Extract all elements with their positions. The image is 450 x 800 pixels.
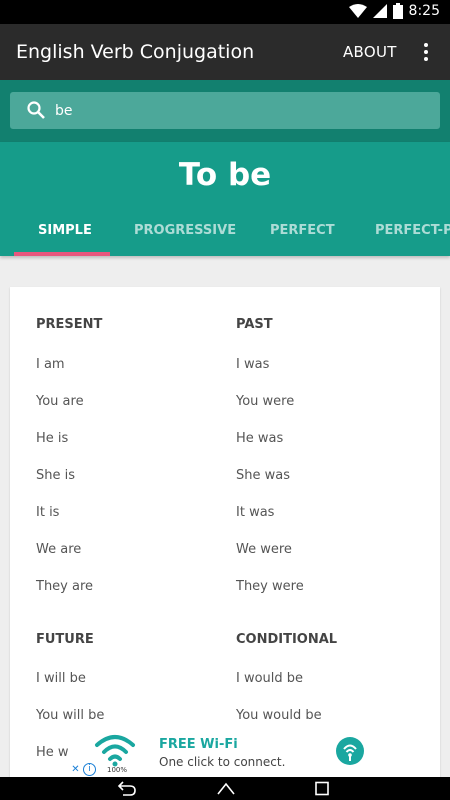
overflow-menu-icon[interactable] — [418, 40, 434, 64]
conjugation-form: It was — [236, 505, 275, 520]
search-input[interactable] — [55, 100, 415, 122]
battery-icon — [392, 3, 403, 19]
conjugation-form: I would be — [236, 671, 304, 686]
conjugation-form: He wi — [36, 745, 73, 760]
conjugation-card: PRESENT I am You are He is She is It is … — [10, 287, 440, 787]
wifi-icon — [348, 4, 367, 18]
signal-icon — [372, 4, 387, 18]
section-title: FUTURE — [36, 632, 94, 647]
ad-banner[interactable]: 100% FREE Wi-Fi One click to connect. ✕ … — [69, 727, 382, 777]
conjugation-form: We were — [236, 542, 292, 557]
conjugation-form: She is — [36, 468, 76, 483]
conjugation-form: They were — [236, 579, 304, 594]
recents-icon[interactable] — [314, 781, 330, 796]
conjugation-form: It is — [36, 505, 60, 520]
conjugation-form: You will be — [36, 708, 105, 723]
ad-subtitle: One click to connect. — [159, 755, 286, 769]
status-bar: 8:25 — [0, 0, 450, 24]
ad-close-icon[interactable]: ✕ — [69, 763, 82, 776]
tab-bar: SIMPLE PROGRESSIVE PERFECT PERFECT-PR — [0, 208, 450, 256]
conjugation-form: You are — [36, 394, 84, 409]
tab-indicator — [14, 252, 110, 256]
ad-info-icon[interactable]: i — [83, 763, 96, 776]
conjugation-form: You were — [236, 394, 295, 409]
search-area — [0, 80, 450, 142]
section-title: PRESENT — [36, 317, 103, 332]
system-nav-bar — [0, 777, 450, 800]
search-icon — [27, 101, 45, 119]
about-button[interactable]: ABOUT — [343, 43, 397, 61]
conjugation-form: I was — [236, 357, 270, 372]
conjugation-form: He is — [36, 431, 69, 446]
status-time: 8:25 — [408, 3, 440, 19]
status-icons: 8:25 — [348, 3, 440, 19]
ad-percent: 100% — [107, 766, 128, 774]
conjugation-form: You would be — [236, 708, 322, 723]
conjugation-form: They are — [36, 579, 94, 594]
ad-title: FREE Wi-Fi — [159, 737, 238, 752]
conjugation-form: He was — [236, 431, 284, 446]
wifi-ad-icon — [95, 735, 135, 767]
conjugation-form: We are — [36, 542, 82, 557]
tab-perfect-progressive[interactable]: PERFECT-PR — [375, 223, 450, 238]
conjugation-form: She was — [236, 468, 290, 483]
tab-simple[interactable]: SIMPLE — [38, 223, 92, 238]
back-icon[interactable] — [117, 781, 137, 796]
app-title: English Verb Conjugation — [16, 41, 255, 63]
verb-title: To be — [178, 157, 272, 193]
verb-header: To be SIMPLE PROGRESSIVE PERFECT PERFECT… — [0, 142, 450, 256]
tab-perfect[interactable]: PERFECT — [270, 223, 335, 238]
section-title: CONDITIONAL — [236, 632, 338, 647]
section-title: PAST — [236, 317, 273, 332]
home-icon[interactable] — [216, 781, 236, 796]
ad-cta-icon[interactable] — [336, 737, 364, 765]
conjugation-form: I am — [36, 357, 65, 372]
conjugation-form: I will be — [36, 671, 86, 686]
app-bar: English Verb Conjugation ABOUT — [0, 24, 450, 80]
tab-progressive[interactable]: PROGRESSIVE — [134, 223, 236, 238]
search-box[interactable] — [10, 92, 440, 129]
